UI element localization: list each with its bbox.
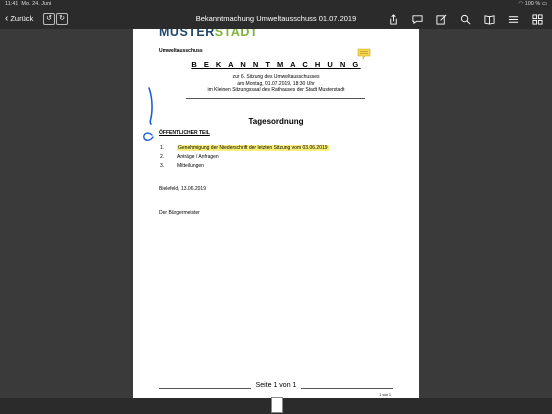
footer-rule-right (301, 388, 393, 389)
sender: Umweltausschuss (159, 48, 203, 54)
status-time: 11:41 (5, 1, 19, 7)
edit-button[interactable] (434, 12, 448, 26)
announcement-heading: B E K A N N T M A C H U N G (133, 60, 419, 69)
page-number: 1 von 1 (379, 393, 391, 397)
agenda-list: 1. Genehmigung der Niederschrift der let… (160, 143, 329, 170)
nav-bar: ‹ Zurück ↺ ↻ Bekanntmachung Umweltaussch… (0, 9, 552, 29)
intro-line: am Montag, 01.07.2019, 18:30 Uhr (237, 80, 315, 87)
comment-icon (411, 14, 423, 24)
agenda-item-text-highlighted[interactable]: Genehmigung der Niederschrift der letzte… (177, 144, 329, 151)
agenda-title: Tagesordnung (248, 117, 304, 126)
agenda-item-text: Anträge / Anfragen (177, 153, 219, 160)
divider (186, 98, 365, 99)
status-time-date: 11:41 Mo. 24. Juni (5, 0, 51, 9)
share-button[interactable] (386, 12, 400, 26)
agenda-item-number: 2. (160, 153, 165, 160)
dateline: Bielefeld, 13.06.2019 (159, 186, 206, 192)
intro-line: zur 6. Sitzung des Umweltausschusses (232, 74, 320, 80)
battery-icon: ▭ (541, 1, 547, 7)
comment-button[interactable] (410, 12, 424, 26)
grid-icon (531, 13, 543, 25)
outline-button[interactable] (506, 12, 520, 26)
status-battery: ◠ 100 % ▭ (518, 0, 547, 9)
share-icon (389, 13, 397, 25)
edit-icon (435, 14, 446, 25)
logo-primary: MUSTER (159, 29, 215, 39)
agenda-item: 2. Anträge / Anfragen (160, 152, 329, 161)
search-button[interactable] (458, 12, 472, 26)
agenda-item-text: Mitteilungen (177, 162, 204, 169)
book-icon (483, 14, 495, 25)
meeting-intro: zur 6. Sitzung des Umweltausschusses am … (133, 74, 419, 94)
note-annotation-icon[interactable] (357, 48, 371, 60)
status-date: Mo. 24. Juni (21, 1, 52, 7)
intro-line: im Kleinen Sitzungssaal des Rathauses de… (207, 87, 345, 94)
wifi-icon: ◠ (518, 1, 524, 7)
announcement-heading-text: B E K A N N T M A C H U N G (191, 60, 361, 69)
grid-button[interactable] (530, 12, 544, 26)
list-icon (508, 15, 518, 23)
reader-button[interactable] (482, 12, 496, 26)
agenda-item-number: 3. (160, 162, 165, 169)
document-page[interactable]: MUSTERSTADT Umweltausschuss B E K A N N … (133, 29, 419, 398)
section-title: ÖFFENTLICHER TEIL (159, 130, 210, 136)
logo-accent: STADT (214, 29, 259, 39)
agenda-item: 1. Genehmigung der Niederschrift der let… (160, 143, 329, 152)
search-icon (460, 14, 470, 24)
status-bar: 11:41 Mo. 24. Juni ◠ 100 % ▭ (0, 0, 552, 9)
signature-block: Der Bürgermeister (159, 210, 200, 216)
city-logo: MUSTERSTADT (159, 29, 258, 39)
toolbar (386, 12, 544, 26)
agenda-item: 3. Mitteilungen (160, 161, 329, 170)
page-thumbnail[interactable] (271, 397, 283, 413)
agenda-item-number: 1. (160, 144, 165, 151)
battery-level: 100 % (524, 1, 541, 7)
